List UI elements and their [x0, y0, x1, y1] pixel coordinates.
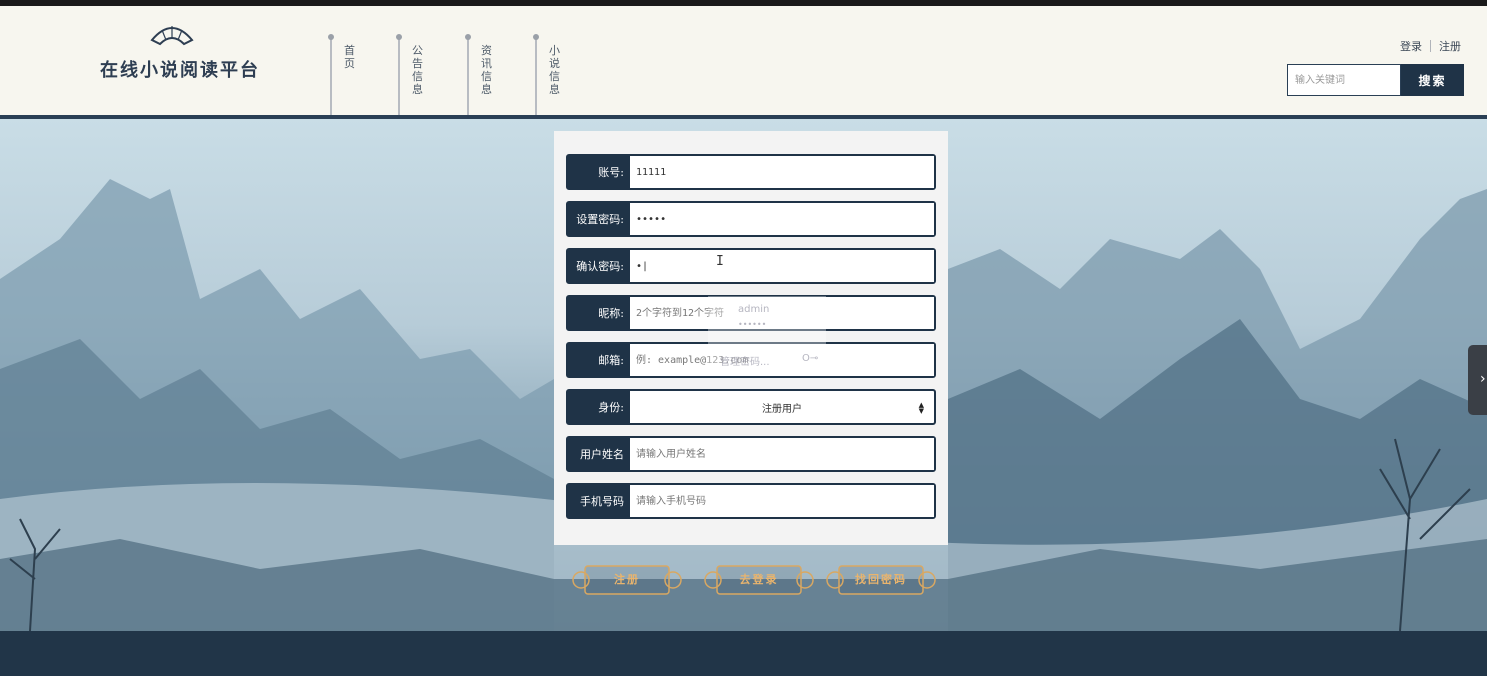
field-label: 设置密码:	[568, 203, 630, 235]
form-row-role: 身份: 注册用户 ▲ ▼	[566, 389, 936, 425]
confirm-password-input[interactable]	[630, 250, 934, 282]
site-logo[interactable]: 在线小说阅读平台	[100, 22, 260, 86]
key-icon: O⊸	[802, 353, 819, 364]
nav-divider	[535, 38, 537, 120]
field-label: 手机号码	[568, 485, 630, 517]
fan-logo-icon	[150, 26, 194, 46]
form-row-phone: 手机号码	[566, 483, 936, 519]
nav-label[interactable]: 资讯信息	[481, 44, 493, 96]
register-button[interactable]: 注册	[571, 562, 683, 598]
autofill-username[interactable]: admin	[738, 304, 769, 315]
form-row-confirm-password: 确认密码:	[566, 248, 936, 284]
field-label: 昵称:	[568, 297, 630, 329]
nav-item-novels[interactable]: 小说信息	[533, 34, 595, 120]
search-button[interactable]: 搜索	[1401, 64, 1464, 96]
field-label: 用户姓名	[568, 438, 630, 470]
nav-label[interactable]: 公告信息	[412, 44, 424, 96]
search-input[interactable]	[1287, 64, 1401, 96]
account-input[interactable]	[630, 156, 934, 188]
go-login-button[interactable]: 去登录	[703, 562, 815, 598]
nav-item-announcements[interactable]: 公告信息	[396, 34, 458, 120]
register-link[interactable]: 注册	[1439, 38, 1461, 54]
nav-dot	[328, 34, 334, 40]
login-link[interactable]: 登录	[1400, 38, 1422, 54]
recover-password-button-label: 找回密码	[855, 574, 907, 586]
phone-input[interactable]	[630, 485, 934, 517]
role-select-value: 注册用户	[762, 403, 802, 415]
divider	[1430, 40, 1431, 52]
chevron-right-icon: ›	[1480, 371, 1486, 387]
footer-band	[0, 631, 1487, 676]
nav-item-home[interactable]: 首页	[328, 34, 390, 120]
nav-divider	[398, 38, 400, 120]
side-panel-toggle[interactable]: ›	[1468, 345, 1487, 415]
field-label: 确认密码:	[568, 250, 630, 282]
nav-dot	[396, 34, 402, 40]
field-label: 账号:	[568, 156, 630, 188]
autofill-dropdown[interactable]: admin •••••• 管理密码... O⊸	[708, 296, 826, 372]
site-header: 在线小说阅读平台 首页 公告信息 资讯信息 小说信息 登录 注册	[0, 6, 1487, 120]
site-title: 在线小说阅读平台	[100, 60, 260, 81]
text-cursor-icon: I	[716, 254, 724, 269]
field-label: 邮箱:	[568, 344, 630, 376]
real-name-input[interactable]	[630, 438, 934, 470]
form-row-password: 设置密码:	[566, 201, 936, 237]
go-login-button-label: 去登录	[739, 574, 779, 586]
nav-divider	[330, 38, 332, 120]
autofill-password: ••••••	[738, 320, 767, 329]
nav-dot	[533, 34, 539, 40]
field-label: 身份:	[568, 391, 630, 423]
auth-links: 登录 注册	[1400, 38, 1461, 54]
register-button-label: 注册	[614, 574, 640, 586]
nav-label[interactable]: 小说信息	[549, 44, 561, 96]
form-row-account: 账号:	[566, 154, 936, 190]
form-row-real-name: 用户姓名	[566, 436, 936, 472]
nav-label[interactable]: 首页	[344, 44, 356, 70]
nav-dot	[465, 34, 471, 40]
recover-password-button[interactable]: 找回密码	[825, 562, 937, 598]
select-arrows-icon: ▲ ▼	[918, 401, 924, 415]
password-input[interactable]	[630, 203, 934, 235]
nav-divider	[467, 38, 469, 120]
nav-item-news[interactable]: 资讯信息	[465, 34, 527, 120]
role-select[interactable]: 注册用户 ▲ ▼	[630, 391, 934, 423]
autofill-manage-passwords[interactable]: 管理密码...	[720, 353, 770, 368]
